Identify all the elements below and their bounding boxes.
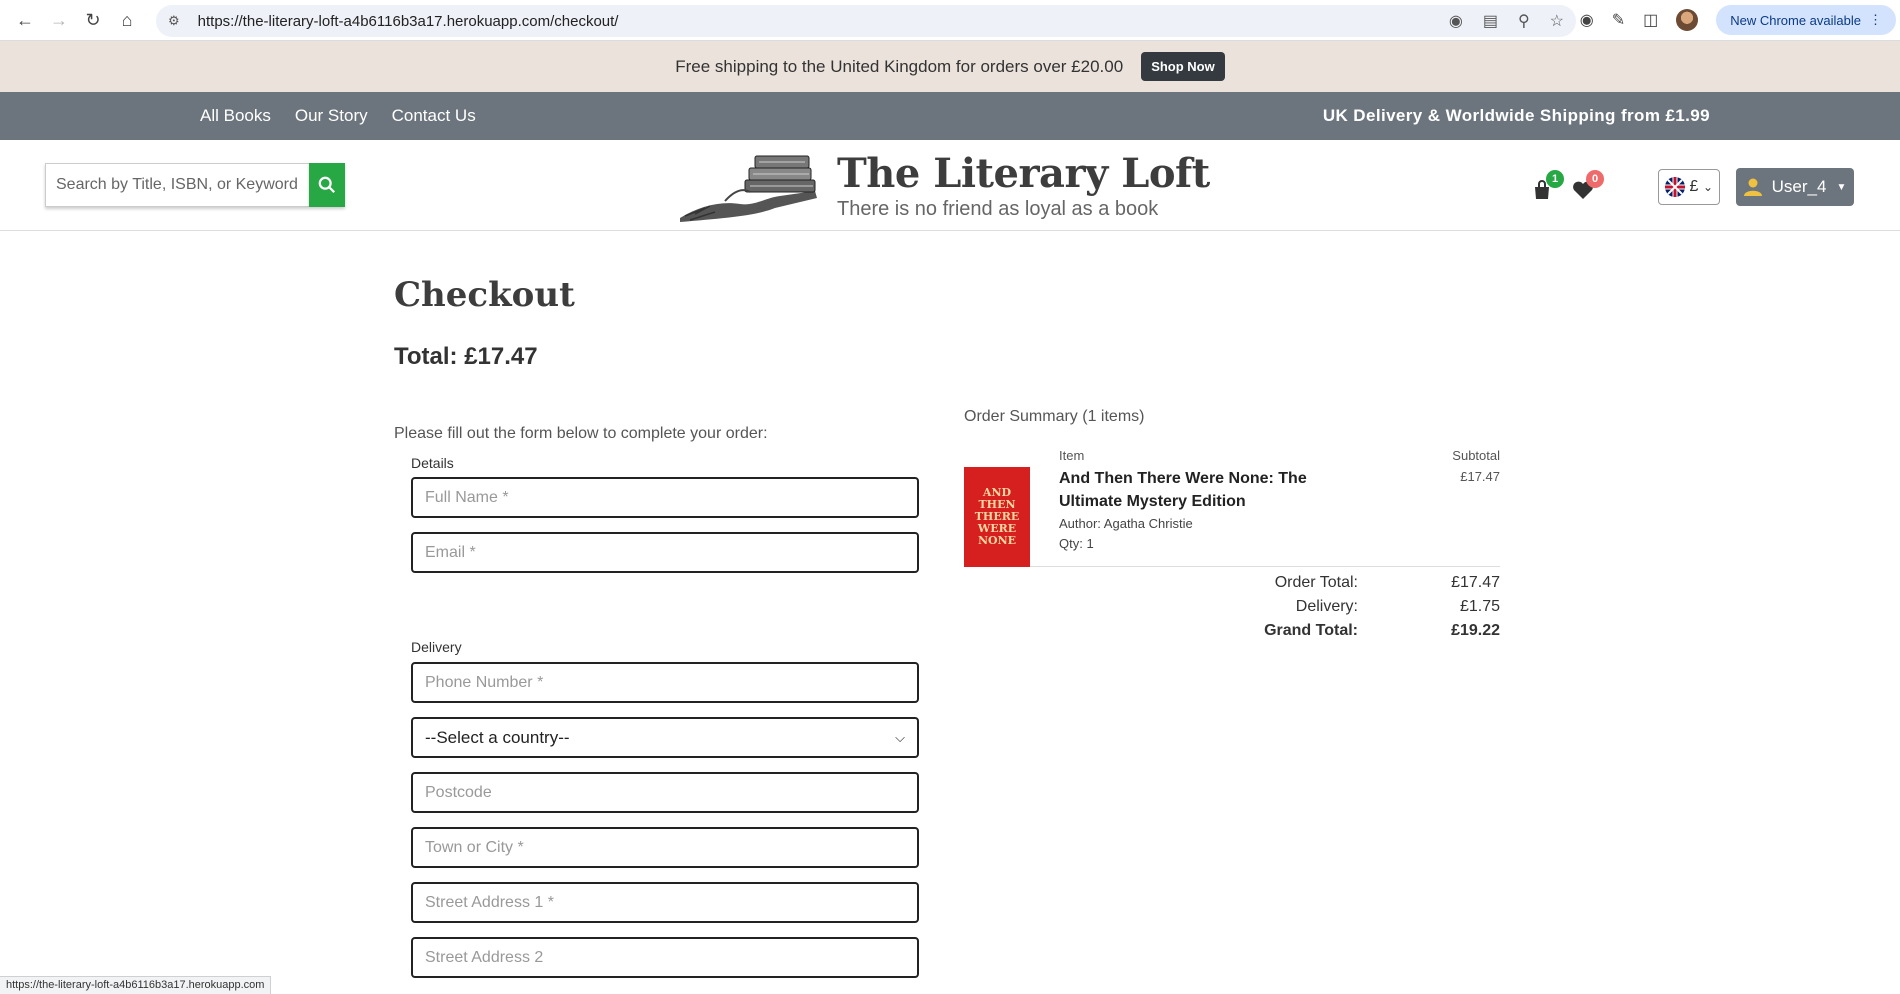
browser-status-url: https://the-literary-loft-a4b6116b3a17.h… xyxy=(0,976,272,994)
extensions-puzzle-icon[interactable]: ◫ xyxy=(1643,10,1658,30)
checkout-total: Total: £17.47 xyxy=(394,343,538,370)
shipping-info: UK Delivery & Worldwide Shipping from £1… xyxy=(1322,106,1710,125)
details-label: Details xyxy=(411,455,454,471)
brand-tagline: There is no friend as loyal as a book xyxy=(837,197,1159,220)
chrome-update-label: New Chrome available xyxy=(1730,12,1861,28)
order-total-value: £17.47 xyxy=(1451,574,1500,591)
chevron-down-icon: ⌄ xyxy=(1702,180,1713,194)
caret-down-icon: ▼ xyxy=(1836,181,1847,193)
home-icon[interactable]: ⌂ xyxy=(110,3,144,37)
town-input[interactable]: Town or City * xyxy=(411,827,919,868)
more-vert-icon: ⋮ xyxy=(1869,12,1882,27)
phone-input[interactable]: Phone Number * xyxy=(411,662,919,703)
col-item-header: Item xyxy=(1059,448,1085,463)
grand-total-label: Grand Total: xyxy=(1264,622,1358,639)
wishlist-button[interactable]: 0 xyxy=(1572,170,1604,202)
user-icon xyxy=(1743,178,1762,196)
url-text: https://the-literary-loft-a4b6116b3a17.h… xyxy=(197,12,619,30)
chrome-update-button[interactable]: New Chrome available ⋮ xyxy=(1716,5,1896,35)
postcode-input[interactable]: Postcode xyxy=(411,772,919,813)
summary-heading: Order Summary (1 items) xyxy=(964,408,1145,425)
nav-all-books[interactable]: All Books xyxy=(200,106,271,126)
search-icon xyxy=(318,176,335,193)
eye-off-icon[interactable]: ◉ xyxy=(1449,11,1463,31)
item-subtotal: £17.47 xyxy=(1460,469,1500,484)
nav-contact-us[interactable]: Contact Us xyxy=(392,106,476,126)
delivery-label: Delivery: xyxy=(1295,598,1358,615)
grand-total-value: £19.22 xyxy=(1451,622,1500,639)
cart-count-badge: 1 xyxy=(1546,170,1564,188)
site-header: The Literary Loft There is no friend as … xyxy=(0,140,1900,231)
form-intro: Please fill out the form below to comple… xyxy=(394,425,768,442)
col-subtotal-header: Subtotal xyxy=(1452,448,1500,463)
street2-input[interactable]: Street Address 2 xyxy=(411,937,919,978)
extension-pen-icon[interactable]: ✎ xyxy=(1612,10,1625,30)
location-icon[interactable]: ⚲ xyxy=(1518,11,1530,31)
page-title: Checkout xyxy=(394,275,575,315)
forward-icon[interactable]: → xyxy=(42,3,76,37)
summary-item: AND THEN THERE WERE NONE And Then There … xyxy=(964,467,1500,567)
delivery-value: £1.75 xyxy=(1459,598,1500,615)
site-settings-icon[interactable]: ⚙ xyxy=(168,13,180,29)
uk-flag-icon xyxy=(1665,177,1685,197)
country-select-value: --Select a country-- xyxy=(425,727,570,747)
book-cover-image: AND THEN THERE WERE NONE xyxy=(964,467,1030,567)
item-author: Author: Agatha Christie xyxy=(1059,516,1193,531)
brand-title: The Literary Loft xyxy=(837,149,1210,197)
checkout-page: Checkout Total: £17.47 Please fill out t… xyxy=(394,275,1514,978)
search-form xyxy=(45,163,345,207)
profile-avatar[interactable] xyxy=(1676,9,1699,31)
back-icon[interactable]: ← xyxy=(8,3,42,37)
full-name-input[interactable]: Full Name * xyxy=(411,477,919,518)
currency-symbol: £ xyxy=(1689,178,1699,195)
nav-our-story[interactable]: Our Story xyxy=(295,106,368,126)
item-title: And Then There Were None: The Ultimate M… xyxy=(1059,470,1307,510)
cart-button[interactable]: 1 xyxy=(1532,170,1564,202)
extension-bug-icon[interactable]: ◉ xyxy=(1580,10,1594,30)
checkout-form: Please fill out the form below to comple… xyxy=(394,425,924,978)
brand-link[interactable]: The Literary Loft There is no friend as … xyxy=(675,146,1210,226)
user-name: User_4 xyxy=(1771,177,1827,196)
order-summary: Order Summary (1 items) Item Subtotal AN… xyxy=(964,408,1500,643)
order-total-label: Order Total: xyxy=(1274,574,1358,591)
email-input[interactable]: Email * xyxy=(411,532,919,573)
books-hand-logo xyxy=(680,155,817,222)
search-button[interactable] xyxy=(309,163,345,207)
card-icon[interactable]: ▤ xyxy=(1483,11,1498,31)
country-select[interactable]: --Select a country-- ⌵ xyxy=(411,717,919,758)
summary-totals: Order Total: £17.47 Delivery: £1.75 Grand … xyxy=(964,571,1500,643)
user-menu-button[interactable]: User_4 ▼ xyxy=(1736,168,1854,206)
cover-word: NONE xyxy=(977,534,1017,547)
promo-text: Free shipping to the United Kingdom for … xyxy=(675,56,1124,76)
street1-input[interactable]: Street Address 1 * xyxy=(411,882,919,923)
address-bar[interactable]: ⚙ https://the-literary-loft-a4b6116b3a17… xyxy=(156,5,1576,37)
currency-select[interactable]: £ ⌄ xyxy=(1658,169,1720,205)
reload-icon[interactable]: ↻ xyxy=(76,3,110,37)
main-nav: All Books Our Story Contact Us UK Delive… xyxy=(0,92,1900,140)
browser-toolbar: ← → ↻ ⌂ ⚙ https://the-literary-loft-a4b6… xyxy=(0,0,1900,41)
promo-banner: Free shipping to the United Kingdom for … xyxy=(0,41,1900,92)
wishlist-count-badge: 0 xyxy=(1586,170,1604,188)
bookmark-star-icon[interactable]: ☆ xyxy=(1550,11,1564,31)
search-input[interactable] xyxy=(45,163,309,207)
item-qty: Qty: 1 xyxy=(1059,536,1094,551)
chevron-down-icon: ⌵ xyxy=(895,729,905,745)
shop-now-button[interactable]: Shop Now xyxy=(1141,52,1225,81)
delivery-label: Delivery xyxy=(411,639,462,655)
